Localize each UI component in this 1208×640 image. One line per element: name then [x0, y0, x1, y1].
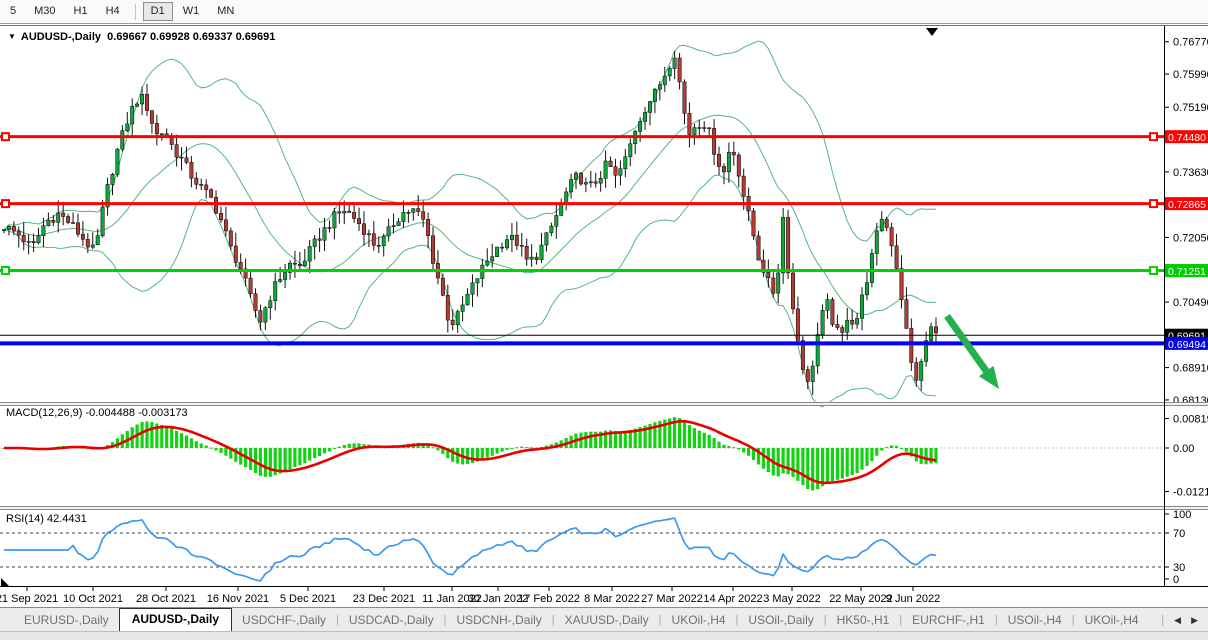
timeframe-button-w1[interactable]: W1	[175, 2, 208, 21]
rsi-tick-label: 30	[1173, 562, 1185, 574]
price-line-label: 0.71251	[1168, 266, 1206, 278]
date-tick-label: 27 Mar 2022	[641, 593, 703, 605]
price-line-label: 0.74480	[1168, 132, 1206, 144]
tab-scroll-right-icon[interactable]: ▶	[1191, 615, 1198, 626]
timeframe-button-h1[interactable]: H1	[66, 2, 96, 21]
price-tick-label: 0.75190	[1173, 102, 1208, 114]
line-handle[interactable]	[1150, 133, 1157, 140]
chart-canvas[interactable]: 0.76770 0.75990 0.75190 0.73630 0.72050 0.704…	[0, 0, 1208, 608]
symbol-tab-usdcad-daily[interactable]: USDCAD-,Daily	[339, 611, 444, 631]
price-line-label: 0.72865	[1168, 199, 1206, 211]
symbol-tab-bar: EURUSD-,DailyAUDUSD-,DailyUSDCHF-,Daily |…	[0, 608, 1208, 632]
price-tick-label: 0.68910	[1173, 363, 1208, 375]
date-tick-label: 10 Oct 2021	[63, 593, 123, 605]
line-handle[interactable]	[2, 200, 9, 207]
timeframe-button-d1[interactable]: D1	[143, 2, 173, 21]
symbol-tab-hk50-h1[interactable]: HK50-,H1	[827, 611, 900, 631]
price-tick-label: 0.75990	[1173, 69, 1208, 81]
date-tick-label: 3 May 2022	[763, 593, 820, 605]
price-tick-label: 0.70490	[1173, 297, 1208, 309]
rsi-tick-label: 0	[1173, 574, 1179, 586]
macd-tick-label: 0.008197	[1173, 414, 1208, 426]
date-tick-label: 21 Sep 2021	[0, 593, 58, 605]
timeframe-button-5[interactable]: 5	[2, 2, 24, 21]
symbol-tab-ukoil-h4[interactable]: UKOil-,H4	[662, 611, 736, 631]
date-tick-label: 5 Dec 2021	[280, 593, 336, 605]
price-tick-label: 0.73630	[1173, 167, 1208, 179]
macd-indicator-label: MACD(12,26,9) -0.004488 -0.003173	[6, 407, 188, 419]
line-handle[interactable]	[2, 267, 9, 274]
price-tick-label: 0.76770	[1173, 37, 1208, 49]
macd-tick-label: -0.012125	[1173, 487, 1208, 499]
timeframe-button-mn[interactable]: MN	[209, 2, 242, 21]
chart-symbol-period: AUDUSD-,Daily	[21, 31, 101, 43]
timeframe-button-m30[interactable]: M30	[26, 2, 63, 21]
status-strip	[0, 632, 1208, 640]
date-tick-label: 8 Mar 2022	[584, 593, 640, 605]
mt4-chart-window: { "toolbar": { "timeframes": [ {"label":…	[0, 0, 1208, 640]
timeframe-toolbar: 5M30H1H4 D1W1MN	[0, 0, 1208, 24]
date-tick-label: 28 Oct 2021	[136, 593, 196, 605]
symbol-tab-eurusd-daily[interactable]: EURUSD-,Daily	[14, 611, 119, 631]
rsi-tick-label: 70	[1173, 528, 1185, 540]
toolbar-divider	[135, 4, 136, 20]
symbol-tab-usdcnh-daily[interactable]: USDCNH-,Daily	[446, 611, 551, 631]
date-tick-label: 16 Nov 2021	[207, 593, 269, 605]
symbol-tab-usoil-daily[interactable]: USOil-,Daily	[738, 611, 823, 631]
rsi-tick-label: 100	[1173, 509, 1191, 521]
symbol-tab-audusd-daily[interactable]: AUDUSD-,Daily	[119, 608, 232, 631]
chart-title-overlay: ▼ AUDUSD-,Daily 0.69667 0.69928 0.69337 0…	[8, 31, 275, 43]
symbol-tab-usoil-h4[interactable]: USOil-,H4	[998, 611, 1072, 631]
line-handle[interactable]	[1150, 267, 1157, 274]
symbol-dropdown-icon[interactable]: ▼	[8, 32, 16, 41]
macd-tick-label: 0.00	[1173, 443, 1194, 455]
rsi-indicator-label: RSI(14) 42.4431	[6, 513, 87, 525]
date-tick-label: 17 Feb 2022	[518, 593, 580, 605]
line-handle[interactable]	[2, 133, 9, 140]
date-tick-label: 22 May 2022	[829, 593, 893, 605]
symbol-tab-usdchf-daily[interactable]: USDCHF-,Daily	[232, 611, 336, 631]
symbol-tab-eurchf-h1[interactable]: EURCHF-,H1	[902, 611, 995, 631]
chart-background	[0, 25, 1208, 608]
chart-ohlc-values: 0.69667 0.69928 0.69337 0.69691	[107, 31, 275, 43]
date-tick-label: 14 Apr 2022	[703, 593, 762, 605]
date-tick-label: 9 Jun 2022	[886, 593, 940, 605]
line-handle[interactable]	[1150, 200, 1157, 207]
symbol-tab-xauusd-daily[interactable]: XAUUSD-,Daily	[555, 611, 659, 631]
price-line-label: 0.69494	[1168, 339, 1206, 351]
date-tick-label: 23 Dec 2021	[353, 593, 415, 605]
symbol-tab-ukoil-h4[interactable]: UKOil-,H4	[1075, 611, 1149, 631]
tab-scroll-left-icon[interactable]: ◀	[1174, 615, 1181, 626]
timeframe-button-h4[interactable]: H4	[98, 2, 128, 21]
price-tick-label: 0.72050	[1173, 232, 1208, 244]
tab-separator: |	[1161, 614, 1164, 626]
